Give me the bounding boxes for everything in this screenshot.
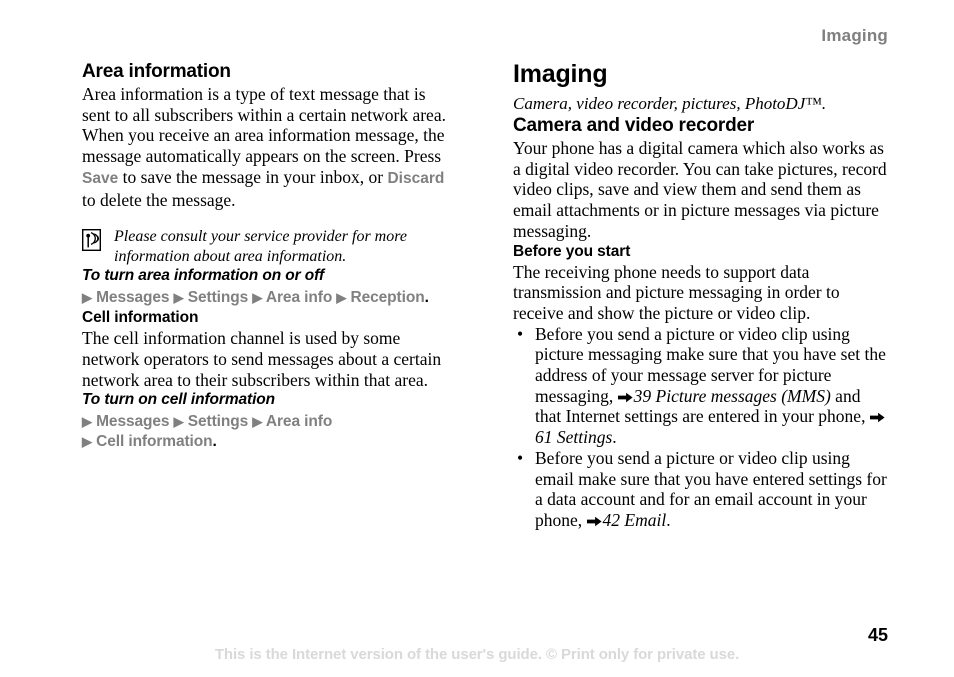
path-item-reception[interactable]: Reception [351, 289, 425, 306]
path-arrow-icon: ▶ [336, 290, 347, 306]
list-item: • Before you send a picture or video clip… [513, 324, 891, 448]
path-item-area-info[interactable]: Area info [266, 413, 332, 430]
path-arrow-icon: ▶ [82, 290, 92, 306]
procedure-title-turn-on-cell-information: To turn on cell information [82, 391, 276, 409]
chapter-title-imaging: Imaging [513, 60, 608, 88]
cross-reference-arrow-icon [586, 516, 602, 527]
left-subheading-cell-information: Cell information [82, 309, 199, 327]
cell-information-paragraph: The cell information channel is used by … [82, 328, 442, 390]
path-item-cell-information[interactable]: Cell information [96, 433, 212, 450]
intro-text-part-1: Area information is a type of text messa… [82, 84, 446, 167]
footer-disclaimer: This is the Internet version of the user… [214, 646, 740, 663]
intro-text-part-3: to delete the message. [82, 189, 236, 210]
cross-reference-link-picture-messages[interactable]: 39 Picture messages (MMS) [634, 386, 831, 406]
path-item-messages[interactable]: Messages [96, 289, 169, 306]
subheading-before-you-start: Before you start [513, 242, 631, 260]
right-column: Imaging Camera, video recorder, pictures… [513, 60, 891, 531]
note-text: Please consult your service provider for… [114, 228, 407, 265]
ui-term-save: Save [82, 169, 119, 187]
path-item-settings[interactable]: Settings [188, 413, 248, 430]
path-arrow-icon: ▶ [82, 434, 92, 450]
running-header: Imaging [821, 26, 888, 45]
before-you-start-paragraph: The receiving phone needs to support dat… [513, 261, 840, 323]
path-item-settings[interactable]: Settings [188, 289, 248, 306]
note-block: Please consult your service provider for… [81, 227, 457, 266]
path-arrow-icon: ▶ [173, 414, 184, 430]
bullet-marker: • [517, 323, 524, 344]
nav-path-cell-information-line-1: ▶ Messages ▶ Settings ▶ Area info [82, 412, 457, 432]
nav-path-cell-information-line-2: ▶ Cell information. [82, 432, 457, 452]
nav-path-area-info-reception: ▶ Messages ▶ Settings ▶ Area info ▶ Rece… [82, 288, 457, 308]
path-item-area-info[interactable]: Area info [266, 289, 332, 306]
chapter-subtitle: Camera, video recorder, pictures, PhotoD… [513, 94, 827, 113]
left-heading-area-information: Area information [82, 61, 231, 82]
bullet-1-text-part-3: . [612, 427, 617, 448]
area-info-broadcast-icon [81, 229, 102, 252]
list-item: • Before you send a picture or video clip… [513, 448, 891, 531]
path-item-messages[interactable]: Messages [96, 413, 169, 430]
procedure-title-turn-area-information: To turn area information on or off [82, 267, 325, 285]
camera-section-paragraph: Your phone has a digital camera which al… [513, 138, 887, 241]
cross-reference-link-email[interactable]: 42 Email [603, 510, 667, 530]
bullet-2-text-part-2: . [666, 509, 671, 530]
bullet-marker: • [517, 447, 524, 468]
path-terminator: . [424, 289, 429, 307]
page-number: 45 [867, 625, 888, 645]
manual-page: Imaging Area information Area informatio… [0, 0, 954, 677]
cross-reference-arrow-icon [869, 412, 885, 423]
left-column: Area information Area information is a t… [81, 60, 457, 452]
section-heading-camera-and-video-recorder: Camera and video recorder [513, 115, 755, 136]
area-information-intro-paragraph: Area information is a type of text messa… [82, 84, 457, 210]
path-arrow-icon: ▶ [82, 414, 92, 430]
cross-reference-arrow-icon [617, 392, 633, 403]
ui-term-discard: Discard [387, 169, 445, 187]
path-arrow-icon: ▶ [173, 290, 184, 306]
path-terminator: . [212, 433, 217, 451]
path-arrow-icon: ▶ [252, 414, 263, 430]
cross-reference-link-settings[interactable]: 61 Settings [535, 427, 612, 447]
intro-text-part-2: to save the message in your inbox, or [118, 166, 388, 187]
path-arrow-icon: ▶ [252, 290, 263, 306]
before-you-start-bullet-list: • Before you send a picture or video clip… [513, 324, 891, 531]
